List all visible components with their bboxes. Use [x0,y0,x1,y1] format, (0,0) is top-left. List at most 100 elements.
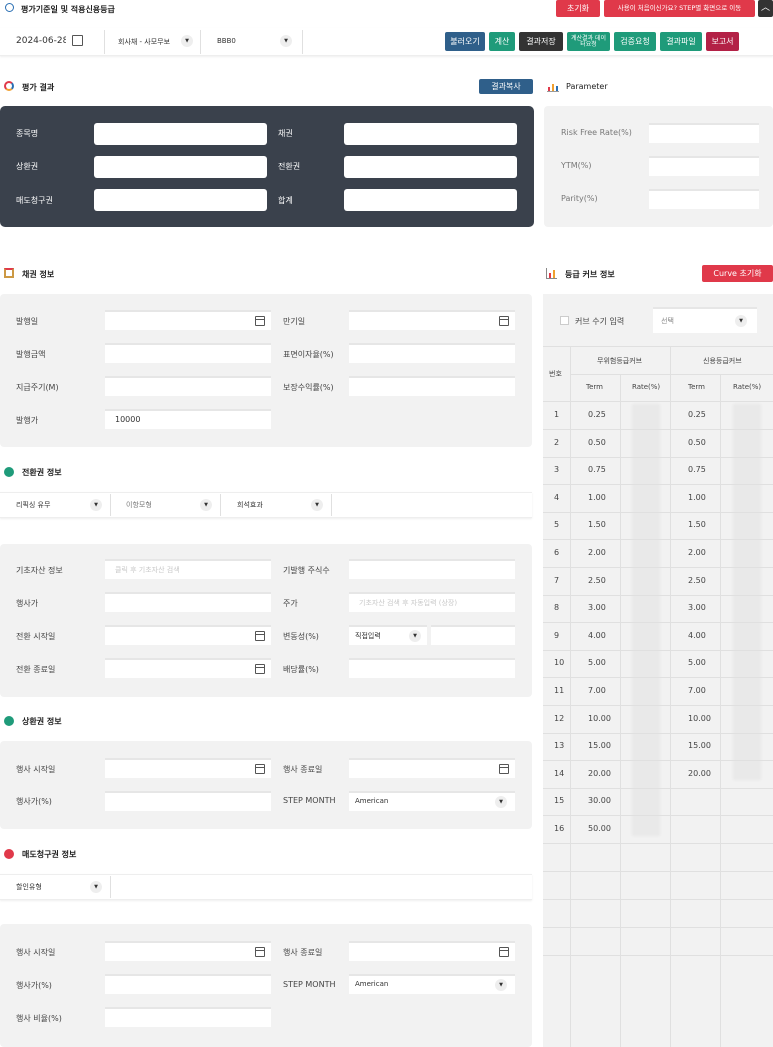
bond-type-select[interactable]: 회사채 - 사모무보 [118,37,170,47]
refresh-icon [4,716,14,726]
label-call-ratio: 행사 비율(%) [16,1014,62,1023]
issue-price-value: 10000 [115,415,141,424]
conversion-start-input[interactable] [105,625,271,645]
calendar-icon[interactable] [255,664,265,674]
row-number: 14 [554,768,565,778]
manual-curve-checkbox[interactable] [560,316,569,325]
divider [302,30,303,54]
curve-title: 등급 커브 정보 [565,270,615,279]
label-total: 합계 [278,196,293,205]
maturity-date-input[interactable] [349,310,515,330]
exercise-price-input[interactable] [105,592,271,612]
save-result-button[interactable]: 결과저장 [519,32,563,51]
dividend-input[interactable] [349,658,515,678]
label-bond: 채권 [278,129,293,138]
redemption-price-input[interactable] [105,791,271,811]
divider [331,494,332,516]
bond-value-field [344,123,517,145]
guarantee-input[interactable] [349,376,515,396]
call-ratio-input[interactable] [105,1007,271,1027]
calendar-icon[interactable] [255,947,265,957]
label-call-price: 행사가(%) [16,981,52,990]
date-input[interactable]: 2024-06-28 [16,36,66,46]
chevron-down-icon: ▼ [90,881,102,893]
risk-free-input[interactable] [649,123,759,143]
shares-input[interactable] [349,559,515,579]
credit-term: 1.50 [688,520,706,530]
underlying-search-input[interactable]: 클릭 후 기초자산 검색 [105,559,271,579]
report-button[interactable]: 보고서 [706,32,739,51]
result-title: 평가 결과 [22,83,55,92]
redemption-step-select[interactable]: American ▼ [349,791,515,811]
parity-input[interactable] [649,189,759,209]
issue-date-input[interactable] [105,310,271,330]
rating-select[interactable]: BBB0 [217,37,236,45]
chevron-up-icon[interactable]: ︿ [758,0,773,17]
curve-select[interactable]: 선택 ▼ [653,307,757,333]
model-select[interactable]: 이항모형 [126,500,152,510]
volatility-input[interactable] [431,625,515,645]
calendar-icon[interactable] [499,316,509,326]
table-row: 4 1.00 1.00 [543,485,773,513]
table-row: 11 7.00 7.00 [543,678,773,706]
call-step-select[interactable]: American ▼ [349,974,515,994]
label-dividend: 배당률(%) [283,665,319,674]
riskfree-term: 0.25 [588,410,606,419]
call-price-input[interactable] [105,974,271,994]
call-start-input[interactable] [105,941,271,961]
call-options-bar [0,874,532,900]
riskfree-term: 0.50 [588,437,606,447]
verify-request-button[interactable]: 검증요청 [614,32,656,51]
calendar-icon[interactable] [499,947,509,957]
copy-result-button[interactable]: 결과복사 [479,79,533,94]
riskfree-term: 15.00 [588,741,611,751]
discount-type-select[interactable]: 할인유형 [16,882,42,892]
divider [104,30,105,54]
curve-select-placeholder: 선택 [661,317,674,325]
issue-price-input[interactable]: 10000 [105,409,271,429]
label-redemption: 상환권 [16,162,39,171]
chevron-down-icon: ▼ [311,499,323,511]
table-row: 12 10.00 10.00 [543,706,773,734]
load-button[interactable]: 불러오기 [445,32,485,51]
calendar-icon[interactable] [255,631,265,641]
volatility-mode-select[interactable]: 직접입력 ▼ [349,625,427,645]
reset-button[interactable]: 초기화 [556,0,600,17]
pay-cycle-input[interactable] [105,376,271,396]
table-row: 1 0.25 0.25 [543,402,773,430]
curve-reset-button[interactable]: Curve 초기화 [702,265,773,282]
coupon-input[interactable] [349,343,515,363]
calendar-icon[interactable] [255,764,265,774]
header-divider [570,374,773,375]
label-guarantee: 보장수익률(%) [283,383,334,392]
calendar-icon[interactable] [72,35,83,46]
dilution-select[interactable]: 희석효과 [237,500,263,510]
ytm-input[interactable] [649,156,759,176]
issue-amount-input[interactable] [105,343,271,363]
data-request-button[interactable]: 계산결과 데이터요청 [567,32,610,51]
calendar-icon[interactable] [255,316,265,326]
result-file-button[interactable]: 결과파일 [660,32,702,51]
credit-term-header: Term [688,383,705,391]
calendar-icon[interactable] [499,764,509,774]
parameter-title: Parameter [566,82,608,91]
page-title: 평가기준일 및 적용신용등급 [21,5,115,14]
empty-row [543,872,773,900]
bond-title: 채권 정보 [22,270,55,279]
label-redemption-price: 행사가(%) [16,797,52,806]
conversion-end-input[interactable] [105,658,271,678]
refixing-select[interactable]: 리픽싱 유무 [16,500,50,510]
redemption-panel: 행사 시작일 행사 종료일 행사가(%) STEP MONTH American… [0,741,532,829]
label-redemption-start: 행사 시작일 [16,765,56,774]
row-number: 1 [554,410,560,419]
stock-price-input[interactable]: 기초자산 검색 후 자동입력 (상장) [349,592,515,612]
guide-button[interactable]: 사용이 처음이신가요? STEP별 화면으로 이동 [604,0,755,17]
call-end-input[interactable] [349,941,515,961]
calculate-button[interactable]: 계산 [489,32,515,51]
chevron-down-icon: ▼ [735,315,747,327]
total-value-field [344,189,517,211]
redemption-title: 상환권 정보 [22,717,62,726]
call-value-field [94,189,267,211]
redemption-end-input[interactable] [349,758,515,778]
redemption-start-input[interactable] [105,758,271,778]
